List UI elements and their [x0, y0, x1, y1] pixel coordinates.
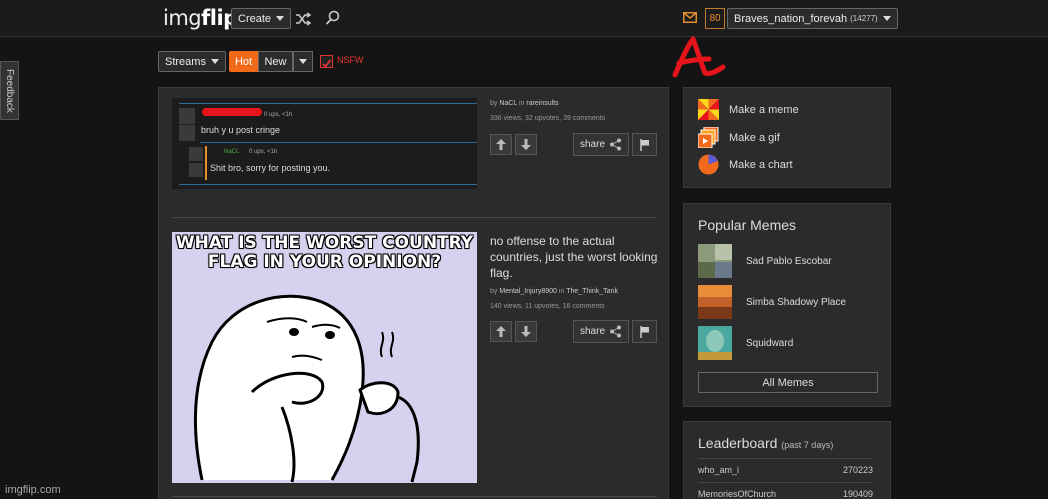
popular-meme-item[interactable]: Squidward — [698, 326, 793, 360]
flag-button[interactable] — [632, 133, 657, 156]
comment-text: bruh y u post cringe — [201, 125, 281, 135]
share-button[interactable]: share — [573, 133, 629, 156]
post-image-worst-flag-meme[interactable]: WHAT IS THE WORST COUNTRY FLAG IN YOUR O… — [172, 232, 477, 483]
chevron-down-icon — [276, 16, 285, 21]
create-dropdown-button[interactable]: Create — [231, 8, 292, 29]
flag-icon — [639, 325, 649, 338]
post-stats: 336 views, 32 upvotes, 39 comments — [490, 115, 606, 122]
chevron-down-icon — [882, 16, 891, 21]
arrow-up-icon — [496, 139, 506, 150]
upvote-button[interactable] — [490, 134, 512, 155]
feedback-tab[interactable]: Feedback — [0, 61, 19, 120]
meme-feed: 0 ups, <1h bruh y u post cringe NaCL 0 u… — [158, 87, 669, 499]
chevron-down-icon — [210, 59, 219, 64]
pie-chart-icon — [698, 154, 719, 175]
popular-meme-item[interactable]: Simba Shadowy Place — [698, 285, 846, 319]
imgflip-watermark: imgflip.com — [5, 484, 61, 496]
leaderboard-user: who_am_i — [698, 465, 740, 475]
gif-frames-icon — [698, 127, 719, 148]
leaderboard-title: Leaderboard (past 7 days) — [698, 435, 834, 451]
leaderboard-box: Leaderboard (past 7 days) who_am_i 27022… — [683, 421, 891, 499]
share-button[interactable]: share — [573, 320, 629, 343]
imgflip-logo[interactable]: imgflip — [163, 6, 238, 30]
arrow-down-icon — [521, 326, 531, 337]
meme-thumbnail — [698, 285, 732, 319]
leaderboard-score: 270223 — [842, 465, 873, 475]
flag-button[interactable] — [632, 320, 657, 343]
mail-icon[interactable] — [683, 12, 697, 23]
popular-meme-label: Squidward — [746, 337, 794, 349]
post-author-link[interactable]: NaCL — [499, 100, 517, 107]
checkmark-icon — [322, 59, 332, 68]
post-stats: 140 views, 11 upvotes, 16 comments — [490, 303, 605, 310]
user-score: (14277) — [850, 14, 878, 23]
new-filter-button[interactable]: New — [258, 51, 293, 72]
popular-meme-label: Simba Shadowy Place — [746, 296, 847, 308]
popular-meme-item[interactable]: Sad Pablo Escobar — [698, 244, 832, 278]
post-divider — [172, 496, 657, 497]
make-meme-label: Make a meme — [729, 103, 799, 116]
thinking-face-drawing — [193, 294, 420, 483]
comment-meta: 0 ups, <1h — [249, 149, 278, 155]
post-byline: by Mental_Injury8900 in The_Think_Tank — [490, 288, 618, 295]
leaderboard-row[interactable]: who_am_i 270223 — [698, 465, 873, 475]
leaderboard-row[interactable]: MemoriesOfChurch 190409 — [698, 489, 873, 499]
leaderboard-divider — [698, 458, 873, 459]
make-chart-label: Make a chart — [729, 158, 793, 171]
post-byline: by NaCL in rareinsults — [490, 100, 559, 107]
leaderboard-user: MemoriesOfChurch — [698, 489, 777, 499]
arrow-up-icon — [496, 326, 506, 337]
popular-memes-title: Popular Memes — [698, 217, 797, 233]
comment-text: Shit bro, sorry for posting you. — [210, 163, 331, 173]
make-meme-link[interactable]: Make a meme — [698, 99, 799, 120]
username-label: Braves_nation_forevah — [734, 12, 848, 25]
all-memes-button[interactable]: All Memes — [698, 372, 878, 393]
chevron-down-icon — [299, 59, 307, 64]
handwritten-a-annotation — [672, 36, 726, 78]
create-label: Create — [238, 12, 272, 25]
meme-thumbnail — [698, 244, 732, 278]
share-icon — [610, 325, 621, 338]
downvote-button[interactable] — [515, 134, 537, 155]
comment-username: NaCL — [224, 149, 240, 155]
make-chart-link[interactable]: Make a chart — [698, 154, 793, 175]
logo-text-img: img — [163, 6, 202, 30]
nsfw-label: NSFW — [337, 55, 364, 65]
arrow-down-icon — [521, 139, 531, 150]
search-icon[interactable] — [325, 10, 341, 26]
post-stream-link[interactable]: rareinsults — [526, 100, 558, 107]
leaderboard-period: (past 7 days) — [781, 440, 834, 450]
shuffle-icon[interactable] — [295, 12, 311, 26]
notification-count-badge[interactable]: 80 — [705, 8, 725, 29]
share-label: share — [579, 139, 605, 150]
comment-meta: 0 ups, <1h — [264, 112, 293, 118]
user-menu-button[interactable]: Braves_nation_forevah (14277) — [727, 8, 898, 29]
make-gif-link[interactable]: Make a gif — [698, 127, 780, 148]
leaderboard-score: 190409 — [842, 489, 873, 499]
share-label: share — [579, 326, 605, 337]
leaderboard-divider — [698, 482, 873, 483]
popular-meme-label: Sad Pablo Escobar — [746, 255, 832, 267]
top-navbar: imgflip Create 80 Braves_nation_forevah … — [0, 0, 1048, 37]
post-title[interactable]: no offense to the actual countries, just… — [490, 233, 660, 281]
sort-dropdown-button[interactable] — [293, 51, 313, 72]
flag-icon — [639, 138, 649, 151]
nsfw-checkbox[interactable] — [320, 55, 333, 68]
downvote-button[interactable] — [515, 321, 537, 342]
create-menu-box: Make a meme Make a gif Make a chart — [683, 87, 891, 188]
meme-thumbnail — [698, 326, 732, 360]
post-stream-link[interactable]: The_Think_Tank — [566, 288, 618, 295]
post-author-link[interactable]: Mental_Injury8900 — [499, 288, 557, 295]
post-divider — [172, 217, 657, 218]
streams-label: Streams — [165, 55, 206, 68]
make-gif-label: Make a gif — [729, 131, 780, 144]
hot-filter-button[interactable]: Hot — [229, 51, 258, 72]
share-icon — [610, 138, 621, 151]
popular-memes-box: Popular Memes Sad Pablo Escobar Simba Sh… — [683, 203, 891, 407]
streams-dropdown-button[interactable]: Streams — [158, 51, 226, 72]
post-image-comment-screenshot[interactable]: 0 ups, <1h bruh y u post cringe NaCL 0 u… — [172, 98, 477, 189]
meme-pinwheel-icon — [698, 99, 719, 120]
upvote-button[interactable] — [490, 321, 512, 342]
